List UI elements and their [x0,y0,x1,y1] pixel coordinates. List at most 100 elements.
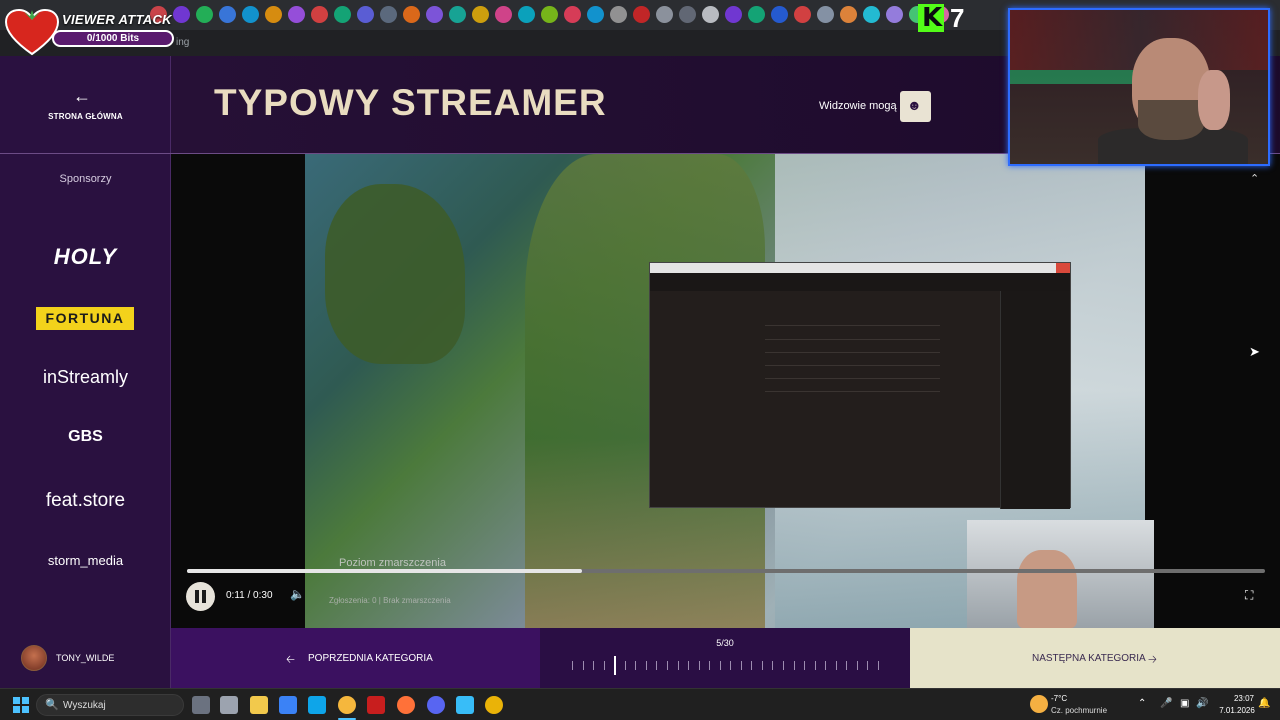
bookmark-icon[interactable] [196,6,213,23]
firefox-icon[interactable] [397,696,415,714]
bookmark-icon[interactable] [265,6,282,23]
sponsor-featstore-logo[interactable]: feat.store [20,490,151,512]
meeter-icon[interactable] [367,696,385,714]
webcam-person-beard [1138,100,1204,140]
pause-icon [195,590,206,603]
chevron-up-icon[interactable]: ⌃ [1250,172,1259,185]
bookmark-icon[interactable] [242,6,259,23]
store-icon[interactable] [279,696,297,714]
bookmark-icon[interactable] [679,6,696,23]
page-title: TYPOWY STREAMER [214,82,607,123]
photos-icon[interactable] [456,696,474,714]
bookmark-icon[interactable] [794,6,811,23]
weather-icon[interactable] [1030,695,1048,713]
bookmark-icon[interactable] [334,6,351,23]
clock-date[interactable]: 7.01.2026 [1214,706,1260,715]
category-ticks [572,656,879,675]
fullscreen-icon[interactable]: ⛶ [1245,588,1253,603]
network-icon[interactable]: ▣ [1180,698,1189,709]
game-setting-row [765,378,940,379]
bookmark-icon[interactable] [426,6,443,23]
category-tick [867,661,868,670]
video-subtitle: Poziom zmarszczenia [339,557,446,569]
discord-icon[interactable] [427,696,445,714]
video-progress-fill [187,569,583,573]
sponsor-fortuna-logo[interactable]: FORTUNA [36,307,134,330]
microphone-icon[interactable]: 🎤 [1160,698,1172,709]
home-link[interactable]: ← STRONA GŁÓWNA [0,56,171,154]
category-tick [635,661,636,670]
category-tick [656,661,657,670]
bookmark-icon[interactable] [357,6,374,23]
bookmark-icon[interactable] [702,6,719,23]
category-tick [846,661,847,670]
category-tick [741,661,742,670]
bookmark-icon[interactable] [541,6,558,23]
bookmark-icon[interactable] [564,6,581,23]
pause-button[interactable] [186,582,215,611]
game-setting-row [765,339,940,340]
chevron-up-icon[interactable]: ⌃ [1138,698,1146,709]
bookmark-icon[interactable] [472,6,489,23]
sponsor-instreamly-logo[interactable]: inStreamly [20,367,151,388]
taskbar-search[interactable]: 🔍 Wyszukaj [36,694,184,716]
volume-icon[interactable]: 🔈 [290,587,305,601]
category-tick [772,661,773,670]
taskview-icon[interactable] [192,696,210,714]
sponsors-title: Sponsorzy [59,173,112,185]
video-progress-bar[interactable] [187,569,1265,573]
bookmark-icon[interactable] [840,6,857,23]
category-tick [709,661,710,670]
sponsor-stormmedia-logo[interactable]: storm_media [20,553,151,568]
mail-icon[interactable] [308,696,326,714]
category-tick [667,661,668,670]
bookmark-icon[interactable] [656,6,673,23]
user-profile[interactable]: TONY_WILDE [0,628,171,688]
bookmark-icon[interactable] [173,6,190,23]
file-explorer-icon[interactable] [250,696,268,714]
bookmark-icon[interactable] [748,6,765,23]
app-icon[interactable] [485,696,503,714]
viewers-label: Widzowie mogą [819,100,897,112]
category-tick [720,661,721,670]
bookmark-icon[interactable] [771,6,788,23]
bookmark-icon[interactable] [886,6,903,23]
viewers-button[interactable]: ☻ [900,91,931,122]
bookmark-icon[interactable] [633,6,650,23]
chrome-icon[interactable] [338,696,356,714]
bookmark-icon[interactable] [817,6,834,23]
video-time: 0:11 / 0:30 [226,590,273,601]
video-game-window [649,262,1071,509]
arrow-left-icon: 🡠 [286,654,295,666]
bookmark-icon[interactable] [518,6,535,23]
user-name: TONY_WILDE [56,653,115,663]
game-window-titlebar [650,263,1070,273]
bookmark-icon[interactable] [495,6,512,23]
previous-category-button[interactable]: 🡠 POPRZEDNIA KATEGORIA [171,628,540,688]
bookmark-icon[interactable] [403,6,420,23]
bookmark-icon[interactable] [288,6,305,23]
bookmark-icon[interactable] [449,6,466,23]
speaker-icon[interactable]: 🔊 [1196,698,1208,709]
bookmark-icon[interactable] [380,6,397,23]
sponsor-gbs-logo[interactable]: GBS [20,428,151,446]
webcam-person-hand [1198,70,1230,130]
bottom-nav: TONY_WILDE 🡠 POPRZEDNIA KATEGORIA 5/30 N… [0,628,1280,688]
arrow-right-icon: 🡢 [1148,654,1157,666]
sponsor-holy-logo[interactable]: HOLY [20,244,151,270]
address-text: ing [176,37,190,48]
bookmark-icon[interactable] [311,6,328,23]
video-player[interactable]: Poziom zmarszczenia Zgłoszenia: 0 | Brak… [171,154,1280,628]
bookmark-icon[interactable] [610,6,627,23]
category-tick [878,661,879,670]
kick-count: 7 [950,3,965,33]
category-tick [678,661,679,670]
bookmark-icon[interactable] [863,6,880,23]
widgets-icon[interactable] [220,696,238,714]
bookmark-icon[interactable] [219,6,236,23]
bookmark-icon[interactable] [587,6,604,23]
next-category-button[interactable]: NASTĘPNA KATEGORIA 🡢 [910,628,1280,688]
bookmark-icon[interactable] [725,6,742,23]
notification-icon[interactable]: 🔔 [1258,698,1270,709]
windows-start-icon[interactable] [13,697,29,713]
